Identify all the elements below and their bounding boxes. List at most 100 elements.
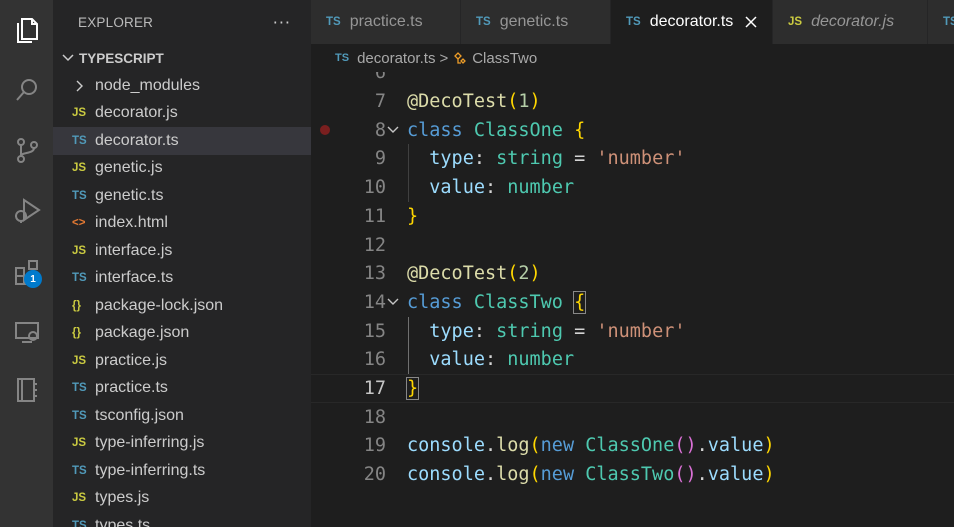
code-line: 18: [311, 403, 954, 432]
line-number: 10: [363, 177, 386, 199]
file-item-type-inferring-ts[interactable]: TS type-inferring.ts: [53, 457, 311, 485]
ts-file-icon: TS: [72, 519, 87, 527]
tab-label: decorator.ts: [649, 13, 734, 30]
file-item-package-lock-json[interactable]: {} package-lock.json: [53, 292, 311, 320]
file-item-label: practice.js: [95, 351, 168, 369]
file-item-interface-js[interactable]: JS interface.js: [53, 237, 311, 265]
file-item-label: genetic.ts: [95, 186, 164, 204]
ts-file-icon: TS: [72, 189, 87, 202]
more-actions-icon[interactable]: ···: [273, 13, 291, 32]
code-line: 6: [311, 72, 954, 87]
file-item-genetic-ts[interactable]: TS genetic.ts: [53, 182, 311, 210]
ts-file-icon: TS: [72, 382, 87, 395]
remote-explorer-icon[interactable]: [0, 308, 53, 356]
source-control-icon[interactable]: [0, 126, 53, 174]
chevron-down-icon[interactable]: [386, 295, 400, 309]
line-number: 8: [374, 119, 386, 141]
code-editor[interactable]: 6 7 @DecoTest(1) 8 class ClassOne { 9 ty…: [311, 72, 954, 527]
file-item-types-ts[interactable]: TS types.ts: [53, 512, 311, 527]
code-line: 13 @DecoTest(2): [311, 259, 954, 288]
tab-decorator-js[interactable]: JS decorator.js: [773, 0, 928, 44]
line-number: 19: [363, 435, 386, 457]
file-item-label: package-lock.json: [95, 296, 224, 314]
tab-overflow[interactable]: TS: [928, 0, 954, 44]
code-line: 19 console.log(new ClassOne().value): [311, 431, 954, 460]
notebook-icon[interactable]: [0, 366, 53, 414]
tsconfig-file-icon: TS: [72, 409, 87, 422]
file-item-package-json[interactable]: {} package.json: [53, 320, 311, 348]
file-tree: node_modules JS decorator.js TS decorator.ts…: [53, 72, 311, 527]
sidebar-header: EXPLORER ···: [53, 0, 311, 44]
ts-file-icon: TS: [626, 16, 641, 28]
file-item-interface-ts[interactable]: TS interface.ts: [53, 265, 311, 293]
file-item-label: decorator.js: [95, 104, 178, 122]
file-item-type-inferring-js[interactable]: JS type-inferring.js: [53, 430, 311, 458]
ts-file-icon: TS: [476, 16, 491, 28]
extensions-badge: 1: [24, 270, 42, 288]
chevron-down-icon: [62, 54, 74, 62]
code-line: 15 type: string = 'number': [311, 317, 954, 346]
explorer-icon[interactable]: [0, 5, 53, 53]
ts-file-icon: TS: [72, 272, 87, 285]
file-item-decorator-js[interactable]: JS decorator.js: [53, 100, 311, 128]
chevron-down-icon[interactable]: [386, 123, 400, 137]
code-line: 7 @DecoTest(1): [311, 87, 954, 116]
code-line: 20 console.log(new ClassTwo().value): [311, 460, 954, 489]
file-item-decorator-ts[interactable]: TS decorator.ts: [53, 127, 311, 155]
file-item-label: node_modules: [95, 76, 200, 94]
line-number: 13: [363, 263, 386, 285]
js-file-icon: JS: [788, 16, 803, 28]
file-item-index-html[interactable]: <> index.html: [53, 210, 311, 238]
file-item-label: types.ts: [95, 516, 151, 527]
activity-bar: 1: [0, 0, 53, 527]
extensions-icon[interactable]: 1: [0, 248, 53, 296]
file-item-node-modules[interactable]: node_modules: [53, 72, 311, 100]
close-icon[interactable]: [743, 14, 759, 30]
js-file-icon: JS: [72, 244, 87, 257]
code-line: 12: [311, 231, 954, 260]
code-line: 8 class ClassOne {: [311, 116, 954, 145]
file-item-label: practice.ts: [95, 379, 168, 397]
line-number: 15: [363, 320, 386, 342]
file-item-practice-ts[interactable]: TS practice.ts: [53, 375, 311, 403]
ts-file-icon: TS: [72, 464, 87, 477]
js-file-icon: JS: [72, 354, 87, 367]
file-item-practice-js[interactable]: JS practice.js: [53, 347, 311, 375]
sidebar-title: EXPLORER: [78, 14, 154, 30]
line-number: 14: [363, 291, 386, 313]
search-icon[interactable]: [0, 66, 53, 114]
js-file-icon: JS: [72, 162, 87, 175]
ts-file-icon: TS: [326, 16, 341, 28]
run-debug-icon[interactable]: [0, 186, 53, 234]
code-line: 16 value: number: [311, 345, 954, 374]
file-item-types-js[interactable]: JS types.js: [53, 485, 311, 513]
js-file-icon: JS: [72, 492, 87, 505]
file-item-label: tsconfig.json: [95, 406, 184, 424]
ts-file-icon: TS: [72, 134, 87, 147]
file-item-genetic-js[interactable]: JS genetic.js: [53, 155, 311, 183]
tab-decorator-ts[interactable]: TS decorator.ts: [611, 0, 773, 44]
file-item-label: decorator.ts: [95, 131, 179, 149]
line-number: 7: [374, 91, 386, 112]
tab-genetic-ts[interactable]: TS genetic.ts: [461, 0, 611, 44]
file-item-tsconfig-json[interactable]: TS tsconfig.json: [53, 402, 311, 430]
code-line: 14 class ClassTwo {: [311, 288, 954, 317]
code-line-current: 17 }: [311, 374, 954, 403]
code-line: 9 type: string = 'number': [311, 144, 954, 173]
breadcrumb-file[interactable]: decorator.ts: [357, 50, 435, 67]
tab-practice-ts[interactable]: TS practice.ts: [311, 0, 461, 44]
explorer-sidebar: EXPLORER ··· TYPESCRIPT node_modules JS de…: [53, 0, 311, 527]
line-number: 18: [363, 406, 386, 428]
file-item-label: interface.ts: [95, 269, 174, 287]
file-item-label: index.html: [95, 214, 168, 232]
section-header-typescript[interactable]: TYPESCRIPT: [53, 44, 311, 72]
class-symbol-icon: [454, 52, 467, 64]
line-number: 20: [363, 464, 386, 486]
js-file-icon: JS: [72, 437, 87, 450]
ts-file-icon: TS: [335, 52, 350, 64]
editor-tabs: TS practice.ts TS genetic.ts TS decorator.ts J…: [311, 0, 954, 44]
breadcrumb-separator: >: [439, 49, 449, 67]
breadcrumb-symbol[interactable]: ClassTwo: [472, 50, 537, 67]
file-item-label: type-inferring.js: [95, 434, 205, 452]
line-number: 12: [363, 234, 386, 256]
